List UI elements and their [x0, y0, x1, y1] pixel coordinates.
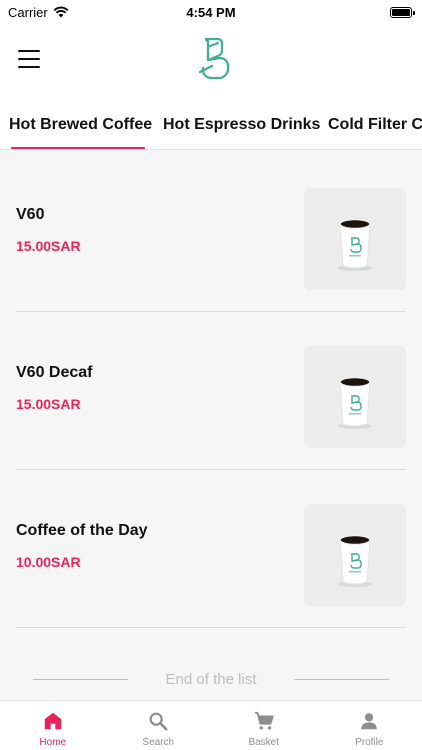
brand-logo	[198, 37, 230, 80]
nav-profile-label: Profile	[355, 737, 384, 748]
tab-hot-espresso-drinks[interactable]: Hot Espresso Drinks	[163, 116, 320, 134]
product-name: Coffee of the Day	[16, 522, 148, 539]
product-image	[304, 346, 406, 448]
tab-hot-brewed-coffee[interactable]: Hot Brewed Coffee	[9, 116, 152, 134]
category-tabs: Hot Brewed Coffee Hot Espresso Drinks Co…	[0, 102, 422, 150]
nav-basket[interactable]: Basket	[211, 701, 317, 750]
nav-search-label: Search	[142, 737, 175, 748]
carrier-label: Carrier	[8, 4, 48, 20]
divider-right	[294, 679, 389, 680]
menu-button[interactable]	[18, 50, 40, 68]
product-image	[304, 188, 406, 290]
nav-search[interactable]: Search	[106, 701, 212, 750]
product-image	[304, 504, 406, 606]
product-item[interactable]: Coffee of the Day 10.00SAR	[16, 470, 406, 628]
battery-icon	[390, 6, 415, 18]
wifi-icon	[53, 6, 69, 18]
status-left: Carrier	[8, 5, 69, 20]
product-price: 10.00SAR	[16, 554, 81, 570]
product-name: V60	[16, 206, 45, 223]
status-bar: Carrier 4:54 PM	[0, 0, 422, 24]
person-icon	[361, 713, 378, 730]
nav-home-label: Home	[39, 737, 67, 748]
product-item[interactable]: V60 Decaf 15.00SAR	[16, 312, 406, 470]
product-price: 15.00SAR	[16, 396, 81, 412]
app-header	[0, 24, 422, 102]
cart-icon	[254, 711, 274, 730]
product-name: V60 Decaf	[16, 364, 93, 381]
active-tab-indicator	[11, 147, 145, 149]
search-icon	[149, 712, 168, 731]
bottom-nav: Home Search Basket Profile	[0, 700, 422, 750]
tab-cold-filter-coffee[interactable]: Cold Filter Coffee	[328, 116, 422, 134]
end-of-list: End of the list	[0, 668, 422, 692]
product-price: 15.00SAR	[16, 238, 81, 254]
nav-home[interactable]: Home	[0, 701, 106, 750]
product-item[interactable]: V60 15.00SAR	[16, 154, 406, 312]
nav-basket-label: Basket	[248, 737, 280, 748]
home-icon	[44, 712, 61, 730]
nav-profile[interactable]: Profile	[317, 701, 422, 750]
